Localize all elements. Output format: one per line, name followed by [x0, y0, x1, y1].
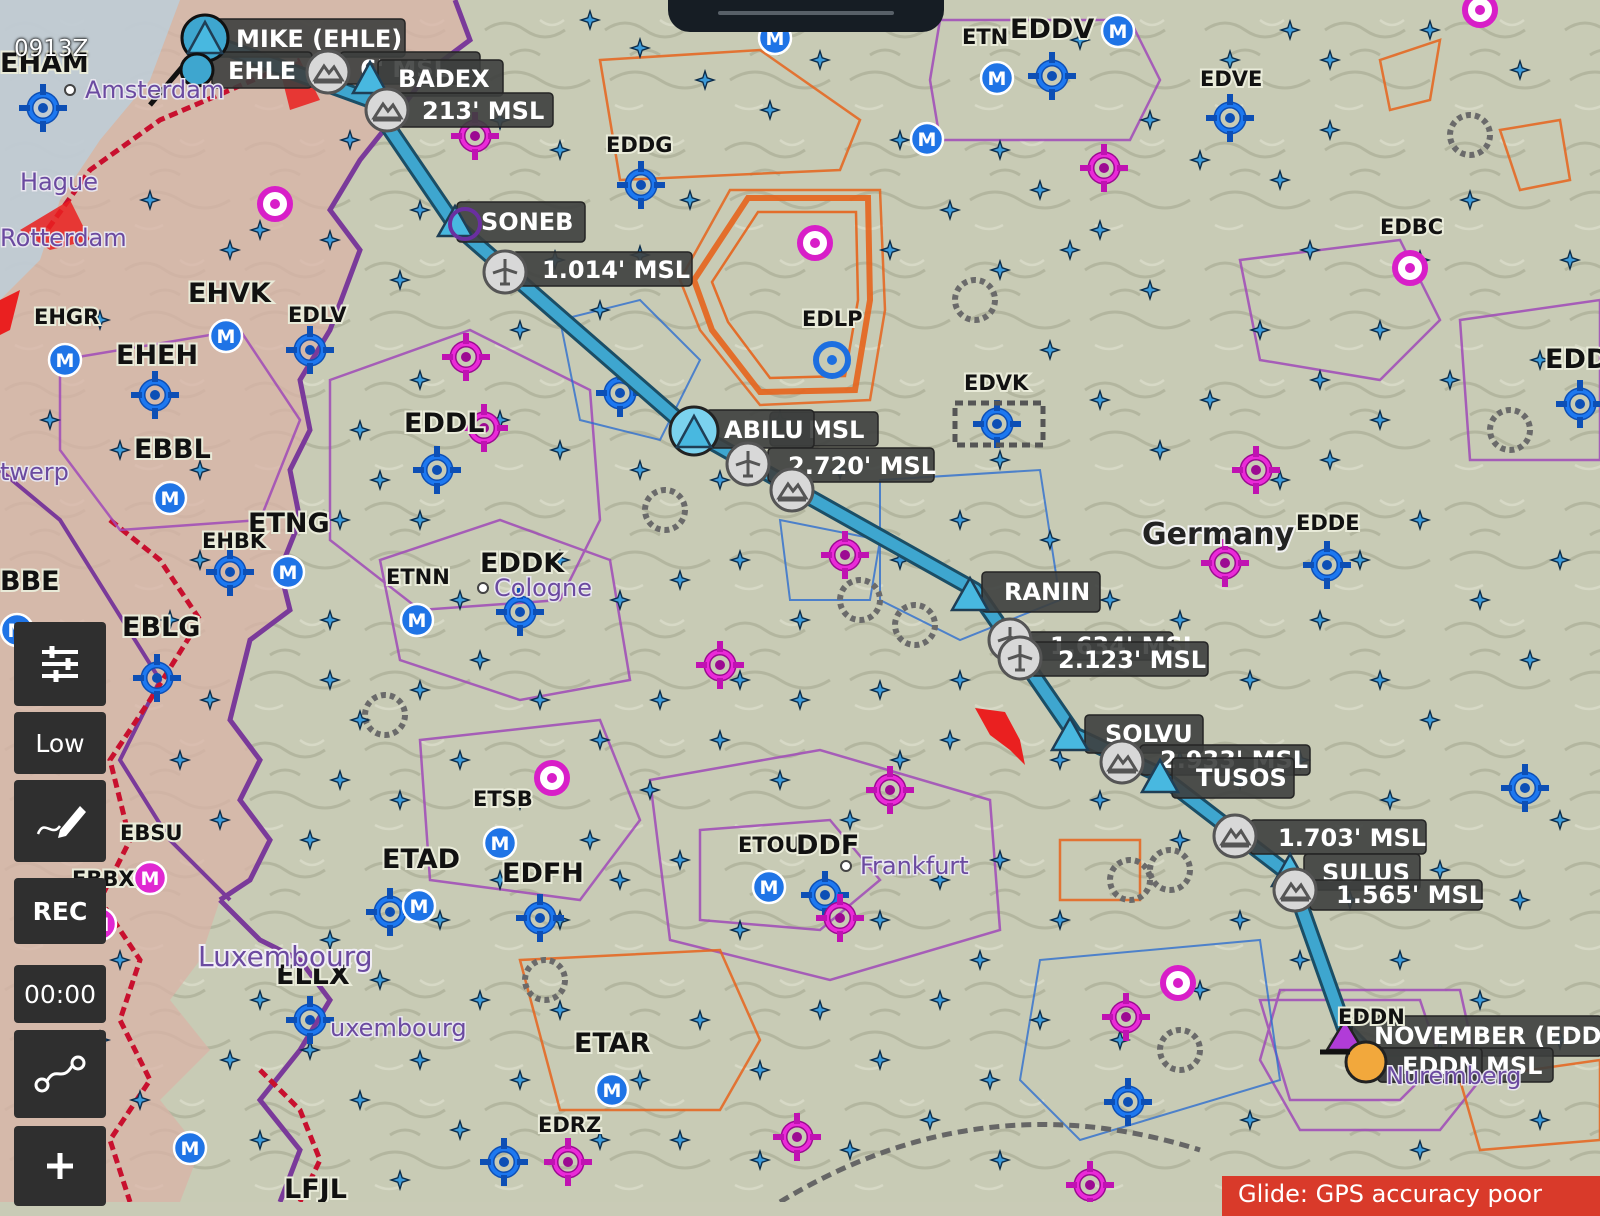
detail-level-label: Low [35, 728, 85, 758]
airport-label-etar[interactable]: ETAR [572, 1026, 653, 1061]
airport-label-eddp[interactable]: EDD [1543, 342, 1600, 377]
airport-label-ehvk[interactable]: EHVK [186, 276, 274, 311]
airport-label-ebbe[interactable]: BBE [0, 564, 62, 599]
airport-label-etnn[interactable]: ETNN [384, 563, 452, 591]
pull-down-handle[interactable] [668, 0, 944, 32]
airport-label-eblg[interactable]: EBLG [120, 610, 202, 645]
airport-label-ebsu[interactable]: EBSU [118, 819, 185, 847]
airport-label-edve[interactable]: EDVE [1198, 65, 1264, 93]
map-canvas[interactable]: M M [0, 0, 1600, 1202]
altitude-tag-tusos: 1.703' MSL [1278, 824, 1426, 852]
airport-label-edlv[interactable]: EDLV [286, 301, 349, 329]
waypoint-label-ranin[interactable]: RANIN [1004, 578, 1090, 606]
timer-value: 00:00 [23, 979, 97, 1009]
airport-label-eddn[interactable]: EDDN [1336, 1003, 1407, 1031]
airport-label-etou[interactable]: ETOU [736, 831, 804, 859]
waypoint-label-soneb[interactable]: SONEB [481, 208, 573, 236]
waypoint-label-badex[interactable]: BADEX [398, 65, 490, 93]
airport-label-ehgr[interactable]: EHGR [32, 303, 101, 331]
waypoint-label-mike[interactable]: MIKE (EHLE) [236, 25, 402, 53]
zoom-in-button[interactable] [14, 1126, 106, 1206]
airport-label-eddf[interactable]: DDF [794, 828, 861, 863]
city-label-antwerp: twerp [0, 458, 69, 486]
city-label-amsterdam: Amsterdam [85, 76, 224, 104]
city-label-nuremberg: Nuremberg [1386, 1062, 1521, 1090]
city-label-frankfurt: Frankfurt [860, 852, 969, 880]
airport-label-eddl[interactable]: EDDL [402, 406, 486, 441]
airport-label-edlp[interactable]: EDLP [800, 305, 865, 333]
region-label-luxembourg: Luxembourg [198, 940, 373, 973]
layers-settings-button[interactable] [14, 622, 106, 706]
city-label-the-hague: Hague [20, 168, 98, 196]
airport-label-etnt[interactable]: ETN [960, 23, 1010, 51]
pencil-icon [36, 806, 86, 838]
airport-label-lfjl[interactable]: LFJL [282, 1172, 349, 1202]
country-label: Germany [1142, 517, 1295, 552]
city-label-cologne: Cologne [494, 574, 592, 602]
handle-bar [718, 11, 894, 15]
annotate-button[interactable] [14, 780, 106, 862]
record-label: REC [32, 896, 88, 926]
detail-level-button[interactable]: Low [14, 712, 106, 774]
airport-label-edrz[interactable]: EDRZ [536, 1111, 603, 1139]
airport-label-etng[interactable]: ETNG [246, 506, 332, 541]
airport-label-edfh[interactable]: EDFH [500, 856, 586, 891]
altitude-tag-badex: 213' MSL [422, 97, 544, 125]
altitude-tag-abilu: MSL [808, 416, 864, 444]
waypoint-label-abilu[interactable]: ABILU [724, 416, 804, 444]
city-label-luxembourg: uxembourg [330, 1014, 467, 1042]
route-button[interactable] [14, 1030, 106, 1118]
altitude-tag-soneb: 1.014' MSL [542, 256, 690, 284]
route-icon [34, 1055, 86, 1093]
waypoint-label-november[interactable]: NOVEMBER (EDDN) [1374, 1022, 1600, 1050]
plus-icon [47, 1153, 73, 1179]
altitude-tag-abilu2: 2.720' MSL [788, 452, 936, 480]
city-label-rotterdam: Rotterdam [0, 224, 127, 252]
waypoint-label-ehle[interactable]: EHLE [228, 57, 296, 85]
airport-label-edvk[interactable]: EDVK [962, 369, 1031, 397]
airport-label-edde[interactable]: EDDE [1294, 509, 1362, 537]
airport-label-eheh[interactable]: EHEH [114, 338, 200, 373]
airport-label-ebbl[interactable]: EBBL [132, 432, 213, 467]
airport-label-eddv[interactable]: EDDV [1008, 12, 1096, 47]
altitude-tag-ranin2: 2.123' MSL [1058, 646, 1206, 674]
airport-label-edbc[interactable]: EDBC [1378, 213, 1445, 241]
record-button[interactable]: REC [14, 878, 106, 944]
timer-display: 00:00 [14, 965, 106, 1023]
altitude-tag-sulus: 1.565' MSL [1336, 881, 1484, 909]
airport-label-etsb[interactable]: ETSB [471, 785, 535, 813]
airport-label-etad[interactable]: ETAD [380, 842, 462, 877]
airport-label-eddg[interactable]: EDDG [604, 131, 674, 159]
waypoint-label-tusos[interactable]: TUSOS [1196, 764, 1287, 792]
sliders-icon [42, 646, 78, 682]
gps-alert-banner[interactable]: Glide: GPS accuracy poor [1222, 1176, 1600, 1216]
utc-clock: 0913Z [14, 36, 89, 62]
